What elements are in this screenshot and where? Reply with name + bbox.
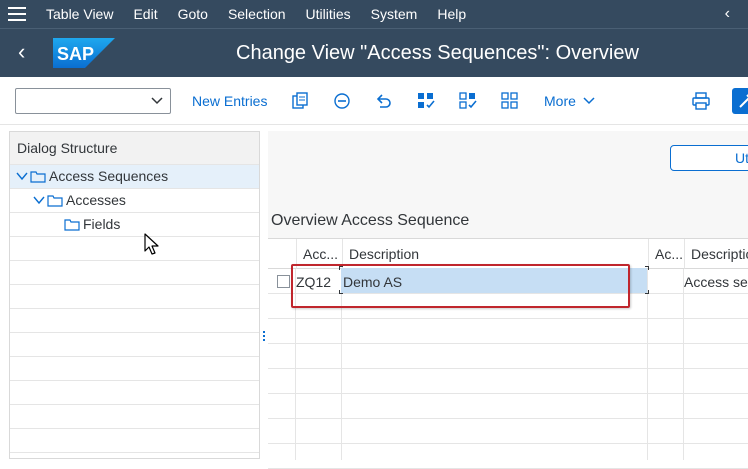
delete-icon[interactable] bbox=[333, 92, 351, 110]
open-folder-icon bbox=[30, 171, 46, 183]
folder-icon bbox=[47, 195, 63, 207]
svg-text:SAP: SAP bbox=[57, 44, 94, 64]
type-description-cell: Access sec bbox=[684, 274, 748, 290]
print-icon[interactable] bbox=[692, 92, 710, 110]
table-row bbox=[268, 369, 748, 394]
menu-utilities[interactable]: Utilities bbox=[306, 6, 351, 22]
back-icon[interactable]: ‹ bbox=[18, 41, 25, 63]
sap-logo: SAP bbox=[53, 38, 115, 68]
hamburger-menu-icon[interactable] bbox=[8, 7, 26, 21]
highlight-annotation bbox=[291, 264, 630, 308]
folder-icon bbox=[64, 219, 80, 231]
dialog-structure-header: Dialog Structure bbox=[10, 132, 259, 165]
deselect-all-icon[interactable] bbox=[501, 92, 519, 110]
empty-row bbox=[10, 333, 259, 357]
menu-system[interactable]: System bbox=[371, 6, 418, 22]
more-label: More bbox=[544, 93, 576, 109]
empty-row bbox=[10, 357, 259, 381]
chevron-down-icon bbox=[583, 97, 595, 105]
empty-row bbox=[10, 237, 259, 261]
customize-icon[interactable] bbox=[732, 88, 748, 114]
empty-row bbox=[10, 285, 259, 309]
menu-selection[interactable]: Selection bbox=[228, 6, 286, 22]
collapse-menu-icon[interactable]: ‹ bbox=[725, 5, 730, 23]
menu-help[interactable]: Help bbox=[437, 6, 466, 22]
chevron-down-icon[interactable] bbox=[16, 170, 28, 182]
empty-row bbox=[10, 405, 259, 429]
empty-row bbox=[10, 381, 259, 405]
tree-item-label: Accesses bbox=[66, 192, 126, 208]
table-row bbox=[268, 419, 748, 444]
tree-item-access-sequences[interactable]: Access Sequences bbox=[10, 165, 259, 189]
splitter-handle[interactable] bbox=[262, 330, 266, 344]
title-bar: ‹ SAP Change View "Access Sequences": Ov… bbox=[0, 28, 748, 77]
empty-row bbox=[10, 261, 259, 285]
page-title: Change View "Access Sequences": Overview bbox=[236, 42, 639, 64]
empty-row bbox=[10, 429, 259, 453]
copy-icon[interactable] bbox=[291, 92, 309, 110]
utilities-button[interactable]: Ut bbox=[670, 145, 748, 171]
chevron-down-icon[interactable] bbox=[33, 194, 45, 206]
table-row bbox=[268, 394, 748, 419]
column-header-access-type[interactable]: Ac... bbox=[648, 239, 684, 269]
application-toolbar: New Entries More bbox=[0, 77, 748, 125]
empty-row bbox=[10, 309, 259, 333]
menu-goto[interactable]: Goto bbox=[178, 6, 208, 22]
menu-table-view[interactable]: Table View bbox=[46, 6, 113, 22]
tree-item-fields[interactable]: Fields bbox=[10, 213, 259, 237]
table-row bbox=[268, 444, 748, 469]
chevron-down-icon bbox=[151, 97, 163, 105]
command-field-dropdown[interactable] bbox=[15, 88, 171, 114]
tree-item-accesses[interactable]: Accesses bbox=[10, 189, 259, 213]
new-entries-button[interactable]: New Entries bbox=[192, 93, 267, 109]
column-header-type-description[interactable]: Descriptio bbox=[684, 239, 748, 269]
more-button[interactable]: More bbox=[544, 93, 595, 109]
tree-item-label: Access Sequences bbox=[49, 168, 169, 184]
undo-icon[interactable] bbox=[375, 92, 393, 110]
mouse-cursor-icon bbox=[144, 233, 159, 255]
menu-edit[interactable]: Edit bbox=[133, 6, 157, 22]
section-title: Overview Access Sequence bbox=[271, 212, 470, 229]
table-row bbox=[268, 344, 748, 369]
dialog-structure-panel: Dialog Structure Access Sequences Access… bbox=[9, 131, 260, 459]
tree-item-label: Fields bbox=[83, 216, 121, 232]
cell-corner bbox=[645, 266, 649, 270]
table-row bbox=[268, 319, 748, 344]
select-all-icon[interactable] bbox=[417, 92, 435, 110]
row-select-checkbox[interactable] bbox=[277, 275, 290, 288]
menu-bar: Table View Edit Goto Selection Utilities… bbox=[0, 0, 748, 28]
select-block-icon[interactable] bbox=[459, 92, 477, 110]
cell-corner bbox=[645, 290, 649, 294]
